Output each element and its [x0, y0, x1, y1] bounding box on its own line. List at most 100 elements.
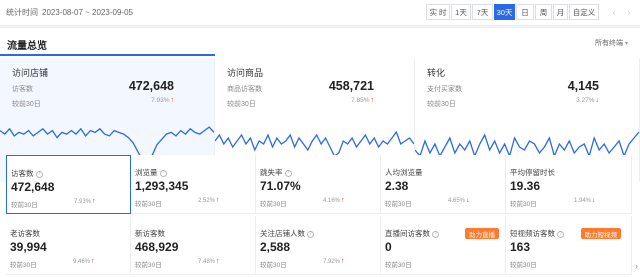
card-metric-label: 访客数 [12, 86, 33, 93]
question-icon[interactable]: ? [35, 171, 43, 178]
metric-label: 关注店铺人数? [260, 228, 314, 239]
date-range: 统计时间 2023-08-07 ~ 2023-09-05 [6, 7, 133, 18]
up-arrow-icon: ↑ [91, 258, 95, 265]
metric-label: 直播间访客数? [385, 228, 439, 239]
metric-change-pct: 4.65% [448, 198, 466, 204]
card-change: 7.93%↑ [151, 97, 174, 104]
card-change-pct: 7.85% [351, 97, 370, 104]
down-arrow-icon: ↓ [595, 97, 600, 104]
metric-value: 163 [510, 240, 531, 254]
metric-tile[interactable]: 老访客数 39,994 较前30日 9.46%↑ [6, 216, 131, 275]
metric-value: 39,994 [10, 240, 47, 254]
metric-tile[interactable]: 访客数? 472,648 较前30日 7.93%↑ [6, 155, 131, 214]
metric-value: 468,929 [135, 240, 179, 254]
metric-compare-label: 较前30日 [11, 202, 38, 209]
metric-tile[interactable]: 平均停留时长 19.36 较前30日 1.94%↓ [506, 155, 632, 214]
metric-tile[interactable]: 新访客数 468,929 较前30日 7.48%↑ [131, 216, 256, 275]
metric-label: 短视频访客数? [510, 228, 564, 239]
metric-label: 平均停留时长 [510, 168, 555, 177]
metric-label: 老访客数 [10, 229, 40, 238]
up-arrow-icon: ↑ [216, 258, 220, 265]
metric-change: 7.48%↑ [198, 258, 220, 265]
metric-compare-label: 较前30日 [260, 262, 287, 269]
card-metric-value: 4,145 [567, 79, 599, 93]
card-title: 访问店铺 [12, 68, 49, 78]
metric-change-pct: 7.48% [198, 259, 216, 265]
metric-change: 1.94%↓ [574, 197, 596, 204]
up-arrow-icon: ↑ [216, 197, 220, 204]
next-period-button[interactable]: › [622, 4, 636, 20]
metric-compare-label: 较前30日 [510, 262, 537, 269]
metric-change-pct: 4.16% [323, 198, 341, 204]
terminal-filter[interactable]: 所有终端 ▾ [595, 38, 628, 48]
period-button[interactable]: 自定义 [569, 4, 599, 20]
metric-compare-label: 较前30日 [510, 201, 537, 208]
period-button[interactable]: 1天 [451, 4, 471, 20]
metric-change: 7.92%↑ [323, 258, 345, 265]
sparkline-series [415, 131, 639, 158]
metric-change: 9.46%↑ [73, 258, 95, 265]
card-compare-label: 较前30日 [427, 101, 456, 108]
card-change-pct: 3.27% [576, 97, 595, 104]
period-button[interactable]: 周 [535, 4, 552, 20]
down-arrow-icon: ↓ [466, 197, 470, 204]
sparkline-series [215, 130, 414, 157]
metric-label: 人均浏览量 [385, 168, 423, 177]
date-range-value: 2023-08-07 ~ 2023-09-05 [42, 8, 133, 17]
up-arrow-icon: ↑ [341, 258, 345, 265]
metric-tile[interactable]: 关注店铺人数? 2,588 较前30日 7.92%↑ [256, 216, 381, 275]
metric-tile[interactable]: 直播间访客数? 0 较前30日 助力直播 [381, 216, 506, 275]
metric-compare-label: 较前30日 [135, 201, 162, 208]
metric-tile[interactable]: 短视频访客数? 163 较前30日 助力短视频 [506, 216, 632, 275]
metric-tile[interactable]: 浏览量? 1,293,345 较前30日 2.52%↑ [131, 155, 256, 214]
metric-change: 4.16%↑ [323, 197, 345, 204]
period-button[interactable]: 7天 [472, 4, 493, 20]
card-metric-value: 458,721 [328, 79, 374, 93]
metric-change: 7.93%↑ [74, 198, 96, 205]
period-button[interactable]: 30天 [494, 4, 515, 20]
card-metric-label: 支付买家数 [427, 86, 462, 93]
metric-value: 0 [385, 240, 392, 254]
metric-tile[interactable]: 人均浏览量 2.38 较前30日 4.65%↓ [381, 155, 506, 214]
more-metrics-arrow-icon[interactable]: › [635, 261, 638, 271]
active-section-underline [0, 54, 215, 56]
metric-compare-label: 较前30日 [385, 262, 412, 269]
metric-label: 访客数? [11, 168, 43, 179]
question-icon[interactable]: ? [432, 231, 439, 238]
prev-period-button[interactable]: ‹ [607, 4, 621, 20]
metric-change-pct: 9.46% [73, 259, 91, 265]
metric-value: 2,588 [260, 240, 291, 254]
chevron-down-icon: ▾ [624, 41, 628, 47]
date-range-label: 统计时间 [6, 8, 38, 17]
question-icon[interactable]: ? [557, 231, 564, 238]
boost-badge-button[interactable]: 助力短视频 [580, 228, 621, 239]
metric-change-pct: 7.93% [74, 199, 92, 205]
boost-badge-button[interactable]: 助力直播 [465, 228, 499, 239]
period-button[interactable]: 月 [553, 4, 568, 20]
card-metric-value: 472,648 [128, 79, 174, 93]
period-button[interactable]: 实 时 [426, 4, 450, 20]
up-arrow-icon: ↑ [370, 97, 375, 104]
card-compare-label: 较前30日 [227, 101, 256, 108]
period-button[interactable]: 日 [516, 4, 534, 20]
metric-change: 2.52%↑ [198, 197, 220, 204]
metric-value: 1,293,345 [135, 179, 189, 193]
card-title: 转化 [427, 68, 446, 78]
up-arrow-icon: ↑ [92, 198, 96, 205]
metric-label: 新访客数 [135, 229, 165, 238]
metric-change-pct: 2.52% [198, 198, 216, 204]
metric-compare-label: 较前30日 [260, 201, 287, 208]
metric-change: 4.65%↓ [448, 197, 470, 204]
question-icon[interactable]: ? [307, 231, 314, 238]
up-arrow-icon: ↑ [341, 197, 345, 204]
card-compare-label: 较前30日 [12, 101, 41, 108]
metric-label: 浏览量? [135, 167, 167, 178]
metric-compare-label: 较前30日 [10, 262, 37, 269]
metric-compare-label: 较前30日 [135, 262, 162, 269]
card-change: 7.85%↑ [351, 97, 374, 104]
question-icon[interactable]: ? [284, 170, 292, 177]
card-title: 访问商品 [227, 68, 264, 78]
card-metric-label: 商品访客数 [227, 86, 262, 93]
metric-tile[interactable]: 跳失率? 71.07% 较前30日 4.16%↑ [256, 155, 381, 214]
question-icon[interactable]: ? [159, 170, 167, 177]
